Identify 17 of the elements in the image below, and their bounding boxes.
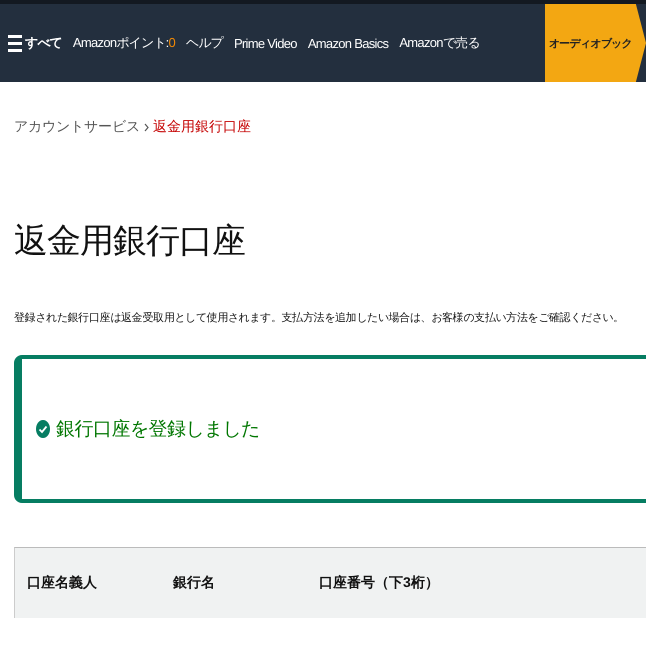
nav-link[interactable]: Prime Video [234, 36, 297, 50]
column-header: 口座番号（下3桁） [319, 574, 439, 592]
description-text: 登録された銀行口座は返金受取用として使用されます。支払方法を追加したい場合は、お客様の支払い方法をご確認ください。 [14, 310, 625, 325]
all-menu-button[interactable]: すべて [8, 34, 62, 52]
breadcrumb-link[interactable]: アカウントサービス [14, 118, 140, 136]
nav-link[interactable]: ヘルプ [186, 34, 223, 52]
audiobook-banner[interactable]: オーディオブック [544, 4, 646, 82]
alert-message: 銀行口座を登録しました [56, 418, 260, 442]
column-header: 銀行名 [173, 574, 216, 592]
menu-icon [8, 34, 22, 52]
column-header: 口座名義人 [27, 574, 98, 592]
page-title: 返金用銀行口座 [14, 221, 246, 262]
points-link[interactable]: Amazonポイント:0 [72, 34, 176, 52]
check-circle-icon [36, 420, 50, 438]
breadcrumb-link[interactable]: 返金用銀行口座 [153, 118, 251, 136]
nav-link[interactable]: Amazonで売る [399, 34, 480, 52]
nav-link[interactable]: Amazon Basics [308, 36, 388, 50]
